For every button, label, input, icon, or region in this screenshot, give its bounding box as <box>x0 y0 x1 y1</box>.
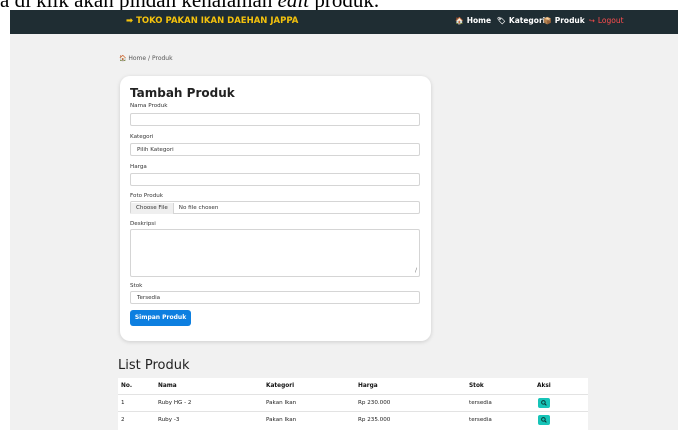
cell-nama: Ruby HG - 2 <box>158 400 192 406</box>
app-screen: ➡ TOKO PAKAN IKAN DAEHAN JAPPA 🏠 Home 🏷 Ka… <box>10 10 678 430</box>
header-no: No. <box>121 383 133 389</box>
product-table: No. Nama Kategori Harga Stok Aksi 1 Ruby… <box>118 378 588 430</box>
nav-kategori[interactable]: 🏷 Kategori <box>497 16 545 25</box>
deskripsi-textarea[interactable]: ∕ <box>130 229 420 277</box>
navbar: ➡ TOKO PAKAN IKAN DAEHAN JAPPA 🏠 Home 🏷 Ka… <box>10 10 678 34</box>
header-harga: Harga <box>358 383 378 389</box>
document-caption: a di klik akan pindah kehalaman edit pro… <box>0 0 678 12</box>
table-divider <box>118 411 588 412</box>
stok-label: Stok <box>130 283 143 289</box>
nama-produk-input[interactable] <box>130 113 420 126</box>
foto-produk-label: Foto Produk <box>130 193 164 199</box>
breadcrumb-current: Produk <box>151 55 173 62</box>
header-aksi: Aksi <box>537 383 551 389</box>
breadcrumb-home[interactable]: 🏠 Home <box>119 55 146 62</box>
choose-file-button[interactable]: Choose File <box>131 203 174 214</box>
cell-stok: tersedia <box>469 400 492 406</box>
cell-stok: tersedia <box>469 417 492 423</box>
stok-select[interactable]: Tersedia <box>130 291 420 304</box>
header-stok: Stok <box>469 383 484 389</box>
resize-handle-icon[interactable]: ∕ <box>415 267 417 274</box>
kategori-select[interactable]: Pilih Kategori <box>130 143 420 156</box>
search-icon <box>541 417 547 423</box>
kategori-label: Kategori <box>130 134 154 140</box>
nav-home[interactable]: 🏠 Home <box>455 16 491 25</box>
brand-title[interactable]: ➡ TOKO PAKAN IKAN DAEHAN JAPPA <box>126 16 298 26</box>
breadcrumb-separator: / <box>148 55 151 62</box>
tag-icon: 🏷 <box>497 17 506 25</box>
logout-icon: ↪ <box>589 17 595 25</box>
cell-harga: Rp 235.000 <box>358 417 391 423</box>
cell-no: 2 <box>121 417 125 423</box>
cell-kategori: Pakan Ikan <box>266 400 297 406</box>
view-button[interactable] <box>538 415 550 425</box>
cell-nama: Ruby -3 <box>158 417 180 423</box>
table-divider <box>118 394 588 395</box>
file-status: No file chosen <box>178 205 219 211</box>
home-icon: 🏠 <box>455 17 464 25</box>
search-icon <box>541 400 547 406</box>
cell-harga: Rp 230.000 <box>358 400 391 406</box>
harga-input[interactable] <box>130 173 420 186</box>
deskripsi-label: Deskripsi <box>130 221 156 227</box>
boxes-icon: 📦 <box>543 17 552 25</box>
view-button[interactable] <box>538 398 550 408</box>
simpan-produk-button[interactable]: Simpan Produk <box>130 310 191 326</box>
nav-logout[interactable]: ↪ Logout <box>589 16 624 25</box>
header-kategori: Kategori <box>266 383 295 389</box>
nama-produk-label: Nama Produk <box>130 103 168 109</box>
cell-no: 1 <box>121 400 125 406</box>
list-title: List Produk <box>118 358 190 373</box>
form-title: Tambah Produk <box>130 86 235 100</box>
add-product-card: Tambah Produk Nama Produk Kategori Pilih… <box>120 76 431 341</box>
cell-kategori: Pakan Ikan <box>266 417 297 423</box>
header-nama: Nama <box>158 383 177 389</box>
foto-produk-file-input[interactable]: Choose File No file chosen <box>130 201 420 214</box>
breadcrumb: 🏠 Home / Produk <box>119 55 173 62</box>
nav-produk[interactable]: 📦 Produk <box>543 16 585 25</box>
harga-label: Harga <box>130 164 147 170</box>
